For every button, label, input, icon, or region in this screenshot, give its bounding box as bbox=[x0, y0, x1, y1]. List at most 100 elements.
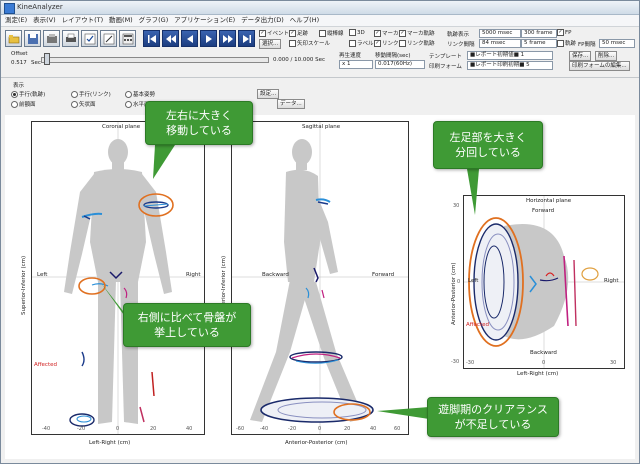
horizontal-ylabel: Anterior-Posterior (cm) bbox=[451, 262, 457, 325]
app-icon bbox=[4, 3, 15, 14]
speed-select[interactable]: x 1 bbox=[339, 60, 373, 69]
play-back-fast-icon[interactable] bbox=[162, 30, 179, 47]
horizontal-ytick: -30 bbox=[451, 359, 460, 365]
callout-circumduction: 左足部を大きく 分回している bbox=[433, 121, 543, 169]
checkbox-marker[interactable]: ✓ マーカ bbox=[374, 29, 399, 37]
radio-sagittal[interactable]: 矢状面 bbox=[71, 100, 96, 108]
horizontal-forward-tag: Forward bbox=[532, 208, 555, 214]
move-interval-select[interactable]: 0.017(60Hz) bbox=[375, 60, 425, 69]
horizontal-ytick: 0 bbox=[457, 279, 461, 285]
sagittal-panel: Sagittal plane Backward Forward -60 -40 … bbox=[231, 121, 409, 435]
sagittal-figure bbox=[232, 122, 408, 434]
link-interval-frame-field[interactable]: 5 frame bbox=[521, 39, 557, 48]
sagittal-title: Sagittal plane bbox=[302, 124, 341, 130]
save-icon[interactable] bbox=[24, 30, 41, 47]
sagittal-backward-tag: Backward bbox=[262, 272, 289, 278]
folder-icon[interactable] bbox=[5, 30, 22, 47]
select-button[interactable]: 選択... bbox=[259, 39, 282, 49]
menu-application[interactable]: アプリケーション(E) bbox=[174, 15, 235, 26]
trajectory-ms-field[interactable]: 5000 msec bbox=[479, 29, 521, 38]
display-options: 表示 手行(軌跡) 手行(リンク) 基本姿勢 前額面 矢状面 水平面 設定...… bbox=[5, 81, 635, 113]
coronal-tick: -40 bbox=[42, 426, 51, 432]
checkbox-event[interactable]: ✓ イベント bbox=[259, 29, 289, 37]
checkbox-link[interactable]: ✓ リンク bbox=[374, 39, 399, 47]
play-icon[interactable] bbox=[200, 30, 217, 47]
play-first-icon[interactable] bbox=[143, 30, 160, 47]
sagittal-tick: -60 bbox=[236, 426, 245, 432]
plot-area: Coronal plane Left Right Affected -40 -2… bbox=[5, 101, 635, 459]
horizontal-right-tag: Right bbox=[604, 278, 619, 284]
offset-label: Offset bbox=[11, 51, 28, 57]
radio-walk-trajectory[interactable]: 手行(軌跡) bbox=[11, 90, 45, 98]
save-template-button[interactable]: 保存... bbox=[569, 51, 592, 61]
fp-interval-field[interactable]: 50 msec bbox=[599, 39, 635, 48]
display-group-label: 表示 bbox=[13, 83, 25, 89]
template-label: テンプレート bbox=[429, 54, 462, 60]
edit-report-form-button[interactable]: 印刷フォームの編集... bbox=[569, 61, 630, 71]
menu-measure[interactable]: 測定(E) bbox=[5, 15, 27, 26]
sagittal-tick: 20 bbox=[344, 426, 351, 432]
horizontal-ytick: 30 bbox=[453, 203, 460, 209]
report-form-select[interactable]: ■レポート印刷初期■ 5 bbox=[467, 61, 553, 70]
coronal-tick: 40 bbox=[186, 426, 193, 432]
check-icon[interactable] bbox=[81, 30, 98, 47]
menu-layout[interactable]: レイアウト(T) bbox=[62, 15, 104, 26]
play-last-icon[interactable] bbox=[238, 30, 255, 47]
play-forward-fast-icon[interactable] bbox=[219, 30, 236, 47]
time-slider-thumb[interactable] bbox=[44, 53, 50, 65]
sagittal-tick: -40 bbox=[260, 426, 269, 432]
export-icon[interactable] bbox=[100, 30, 117, 47]
coronal-panel: Coronal plane Left Right Affected -40 -2… bbox=[31, 121, 205, 435]
title-bar: KineAnalyzer bbox=[1, 1, 639, 15]
trajectory-frame-field[interactable]: 300 frame bbox=[521, 29, 557, 38]
horizontal-backward-tag: Backward bbox=[530, 350, 557, 356]
checkbox-arrow-scale[interactable]: 矢印スケール bbox=[289, 39, 330, 47]
play-back-icon[interactable] bbox=[181, 30, 198, 47]
menu-data-output[interactable]: データ出力(D) bbox=[241, 15, 284, 26]
toolbar: ✓ イベント ✓ 足跡 縦棒線 3D ラベル ✓ マーカ ✓ リンク ✓ マーカ軌跡 リン… bbox=[1, 27, 639, 78]
horizontal-title: Horizontal plane bbox=[526, 198, 572, 204]
horizontal-tick: 30 bbox=[610, 360, 617, 366]
link-interval-label: リンク間隔 bbox=[447, 42, 475, 48]
checkbox-fp[interactable]: ✓ FP bbox=[557, 29, 571, 36]
callout-clearance: 遊脚期のクリアランス が不足している bbox=[427, 397, 559, 437]
settings-button[interactable]: 設定... bbox=[257, 89, 280, 99]
menu-graph[interactable]: グラフ(G) bbox=[139, 15, 169, 26]
offset-value: 0.517 bbox=[11, 60, 27, 66]
coronal-figure bbox=[32, 122, 204, 434]
checkbox-link-trajectory[interactable]: リンク軌跡 bbox=[399, 39, 435, 47]
horizontal-figure bbox=[464, 196, 624, 368]
open-data-icon[interactable] bbox=[43, 30, 60, 47]
checkbox-trajectory[interactable]: 軌跡 bbox=[557, 39, 576, 47]
checkbox-marker-trajectory[interactable]: ✓ マーカ軌跡 bbox=[399, 29, 435, 37]
checkbox-vertical-line[interactable]: 縦棒線 bbox=[319, 29, 344, 37]
trajectory-label: 軌跡表示 bbox=[447, 32, 470, 38]
template-select[interactable]: ■レポート初期値■ 1 bbox=[467, 51, 553, 60]
horizontal-affected-tag: Affected bbox=[466, 322, 489, 328]
coronal-xlabel: Left-Right (cm) bbox=[89, 440, 131, 446]
radio-walk-link[interactable]: 手行(リンク) bbox=[71, 90, 111, 98]
time-readout: 0.000 / 10.000 Sec bbox=[273, 57, 325, 63]
offset-unit: Sec bbox=[31, 60, 41, 66]
window-title: KineAnalyzer bbox=[17, 3, 63, 11]
delete-template-button[interactable]: 削除... bbox=[595, 51, 618, 61]
checkbox-footprint[interactable]: ✓ 足跡 bbox=[289, 29, 308, 37]
move-interval-label: 移動間隔(sec) bbox=[375, 53, 411, 59]
menu-view[interactable]: 表示(V) bbox=[33, 15, 56, 26]
coronal-title: Coronal plane bbox=[102, 124, 141, 130]
horizontal-tick: 0 bbox=[542, 360, 546, 366]
coronal-ylabel: Superior-Inferior (cm) bbox=[21, 255, 27, 315]
calculator-icon[interactable] bbox=[119, 30, 136, 47]
radio-frontal[interactable]: 前額面 bbox=[11, 100, 36, 108]
data-button[interactable]: データ... bbox=[277, 99, 305, 109]
checkbox-label[interactable]: ラベル bbox=[349, 39, 374, 47]
time-slider-track[interactable] bbox=[41, 57, 269, 63]
checkbox-3d[interactable]: 3D bbox=[349, 29, 365, 36]
menu-help[interactable]: ヘルプ(H) bbox=[290, 15, 319, 26]
sagittal-tick: 40 bbox=[370, 426, 377, 432]
print-icon[interactable] bbox=[62, 30, 79, 47]
menu-video[interactable]: 動画(M) bbox=[109, 15, 133, 26]
coronal-tick: 20 bbox=[150, 426, 157, 432]
radio-basic-posture[interactable]: 基本姿勢 bbox=[125, 90, 155, 98]
link-interval-ms-field[interactable]: 84 msec bbox=[479, 39, 521, 48]
